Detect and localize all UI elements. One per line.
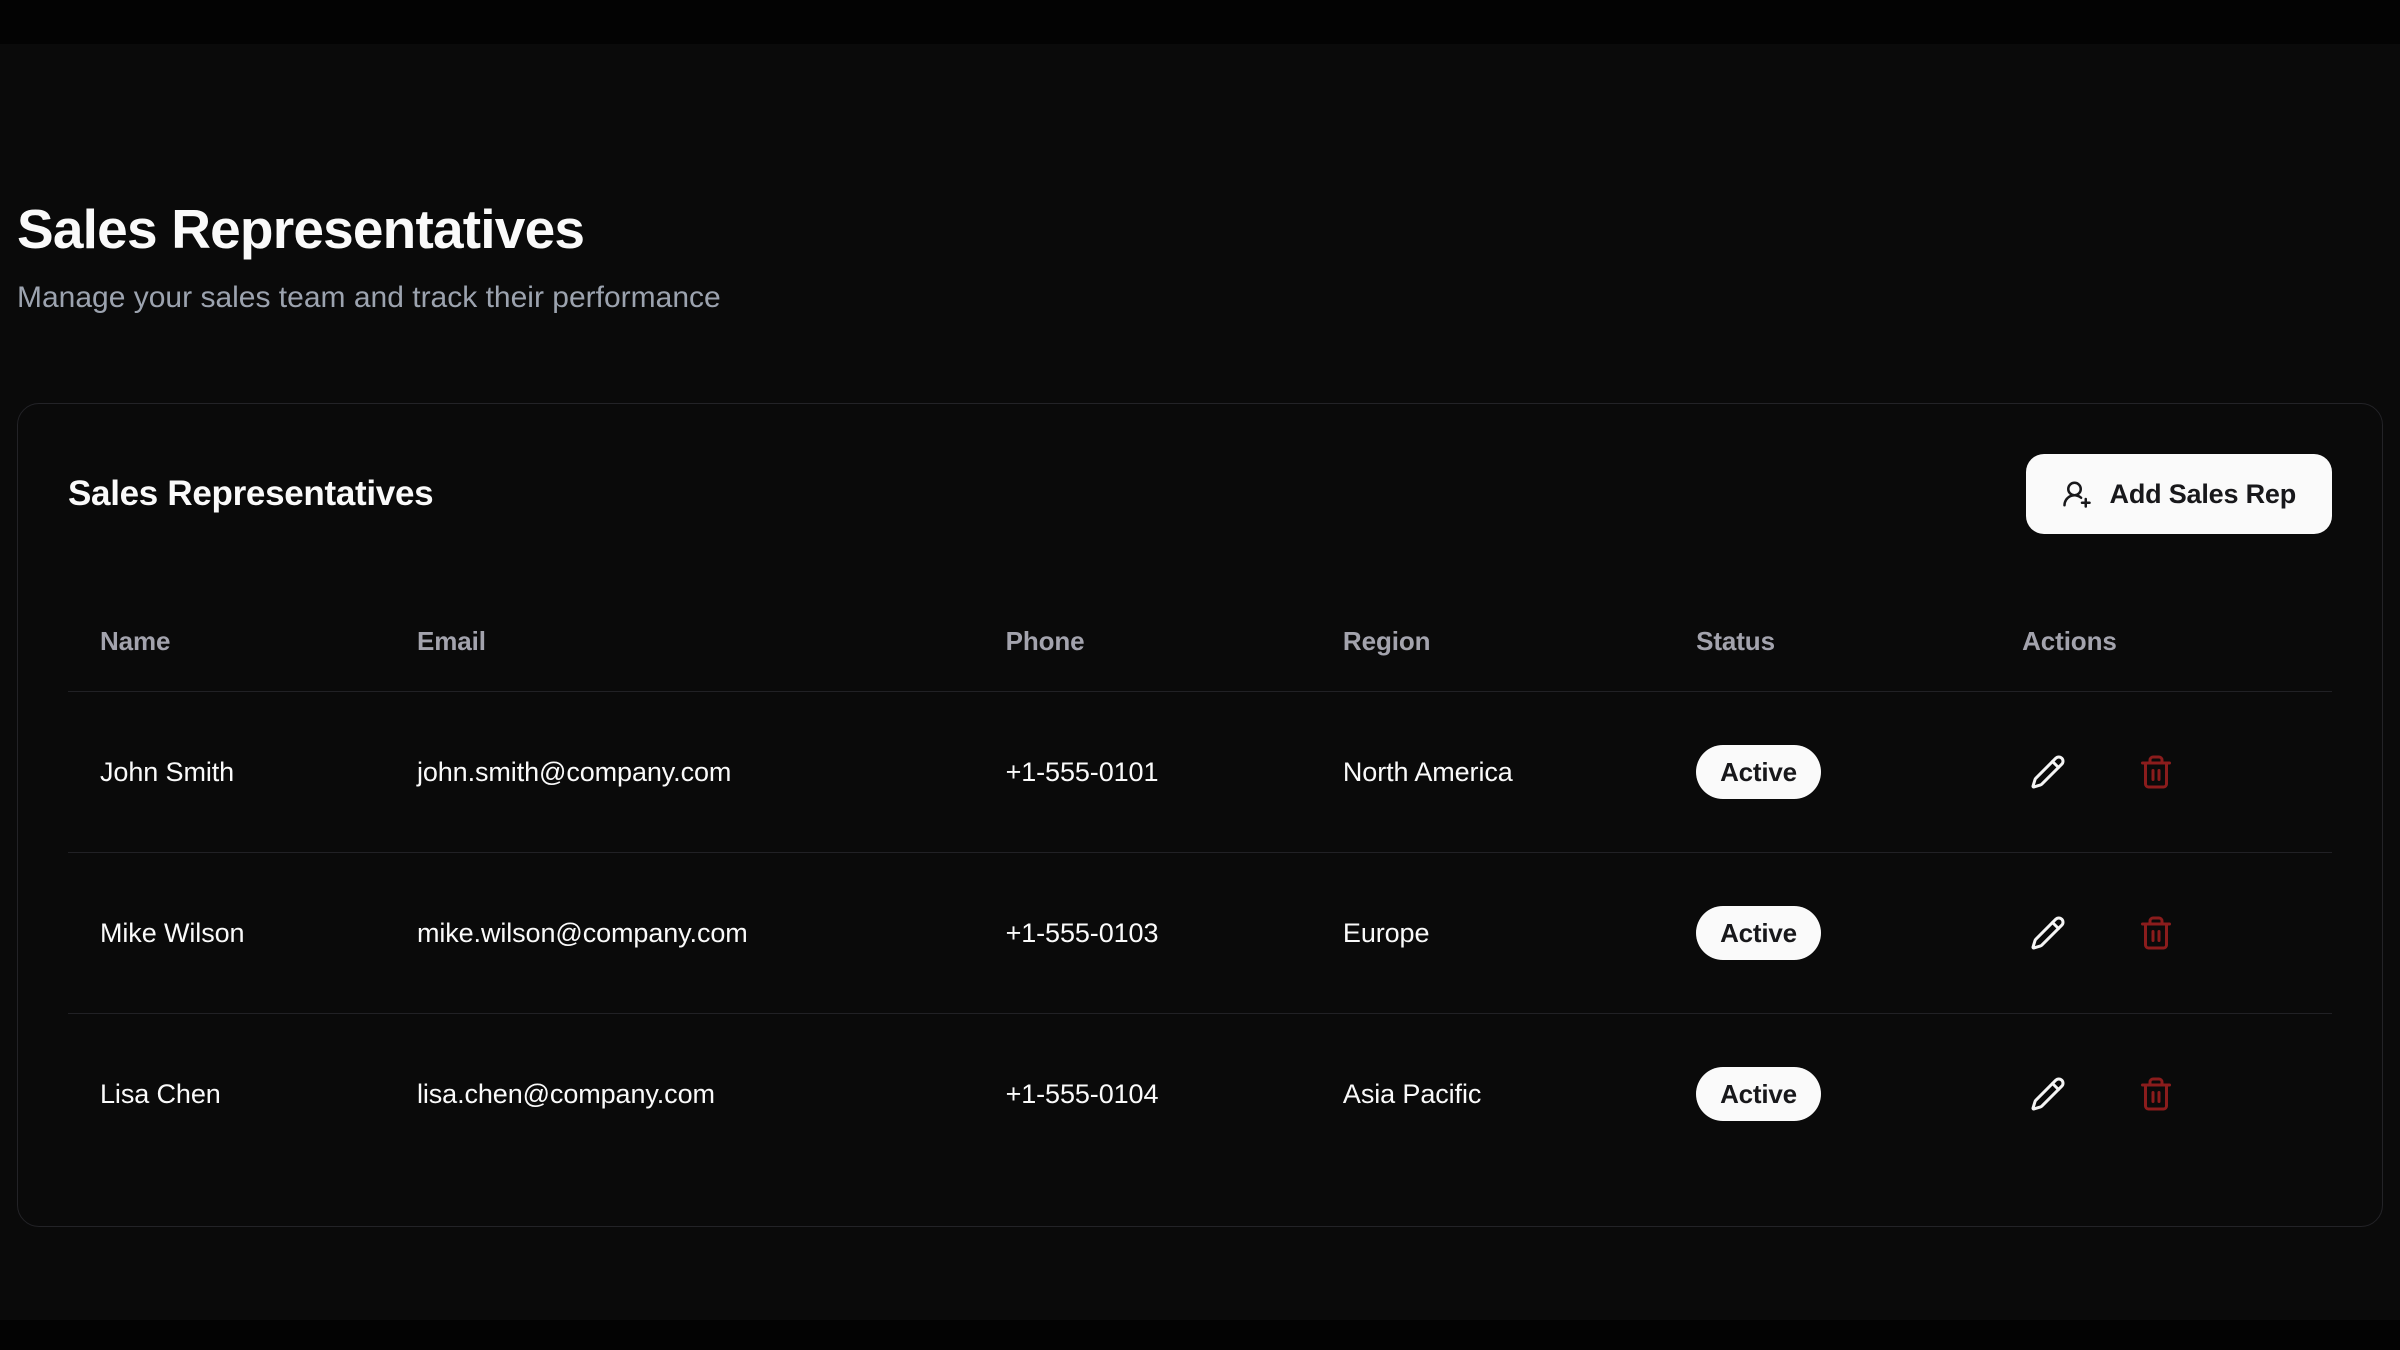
rep-phone: +1-555-0104 [974,1014,1311,1175]
table-row: Lisa Chen lisa.chen@company.com +1-555-0… [68,1014,2332,1175]
sales-reps-card: Sales Representatives Add Sales Rep [17,403,2383,1227]
edit-button[interactable] [2022,1068,2074,1120]
rep-status-cell: Active [1664,1014,1990,1175]
delete-button[interactable] [2130,907,2182,959]
rep-status-cell: Active [1664,692,1990,853]
column-header-name: Name [68,590,385,692]
bottom-letterbox [0,1320,2400,1350]
card-header: Sales Representatives Add Sales Rep [68,454,2332,534]
status-badge: Active [1696,745,1821,799]
table-row: Mike Wilson mike.wilson@company.com +1-5… [68,853,2332,1014]
column-header-actions: Actions [1990,590,2332,692]
rep-phone: +1-555-0101 [974,692,1311,853]
rep-email: john.smith@company.com [385,692,974,853]
page-subtitle: Manage your sales team and track their p… [17,278,2383,317]
trash-icon [2138,754,2174,790]
rep-name: Lisa Chen [68,1014,385,1175]
page-title: Sales Representatives [17,196,2383,262]
rep-region: North America [1311,692,1664,853]
top-letterbox [0,0,2400,44]
rep-name: John Smith [68,692,385,853]
trash-icon [2138,915,2174,951]
status-badge: Active [1696,906,1821,960]
rep-name: Mike Wilson [68,853,385,1014]
table-row: John Smith john.smith@company.com +1-555… [68,692,2332,853]
rep-email: mike.wilson@company.com [385,853,974,1014]
column-header-email: Email [385,590,974,692]
table-body: John Smith john.smith@company.com +1-555… [68,692,2332,1175]
add-sales-rep-label: Add Sales Rep [2110,479,2296,510]
delete-button[interactable] [2130,746,2182,798]
column-header-region: Region [1311,590,1664,692]
pencil-icon [2030,754,2066,790]
edit-button[interactable] [2022,746,2074,798]
rep-phone: +1-555-0103 [974,853,1311,1014]
column-header-status: Status [1664,590,1990,692]
card-title: Sales Representatives [68,474,433,514]
status-badge: Active [1696,1067,1821,1121]
pencil-icon [2030,1076,2066,1112]
screen: Sales Representatives Manage your sales … [0,0,2400,1350]
rep-actions-cell [1990,692,2332,853]
page-content: Sales Representatives Manage your sales … [0,44,2400,1320]
rep-region: Europe [1311,853,1664,1014]
rep-email: lisa.chen@company.com [385,1014,974,1175]
pencil-icon [2030,915,2066,951]
rep-region: Asia Pacific [1311,1014,1664,1175]
rep-actions-cell [1990,1014,2332,1175]
delete-button[interactable] [2130,1068,2182,1120]
add-sales-rep-button[interactable]: Add Sales Rep [2026,454,2332,534]
table-header: Name Email Phone Region Status Actions [68,590,2332,692]
rep-status-cell: Active [1664,853,1990,1014]
column-header-phone: Phone [974,590,1311,692]
sales-reps-table: Name Email Phone Region Status Actions J… [68,590,2332,1174]
edit-button[interactable] [2022,907,2074,959]
trash-icon [2138,1076,2174,1112]
rep-actions-cell [1990,853,2332,1014]
page-header: Sales Representatives Manage your sales … [17,44,2383,317]
user-plus-icon [2062,479,2092,509]
